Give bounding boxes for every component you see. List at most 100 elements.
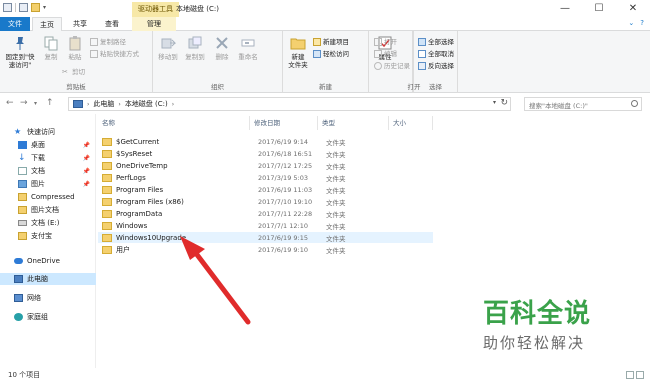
details-view-icon[interactable]: [626, 371, 634, 379]
move-to-icon: [161, 38, 176, 49]
nav-compressed[interactable]: Compressed: [0, 191, 96, 203]
file-type: 文件夹: [326, 210, 346, 219]
table-row[interactable]: Windows10Upgrade 2017/6/19 9:15 文件夹: [98, 232, 433, 243]
nav-label: 图片文档: [31, 206, 59, 214]
nav-desktop[interactable]: 桌面 📌: [0, 139, 96, 151]
nav-label: 快速访问: [27, 128, 55, 136]
select-all-button[interactable]: 全部选择: [418, 37, 454, 47]
drive-icon: [18, 220, 27, 226]
chevron-down-icon[interactable]: ▾: [493, 99, 496, 106]
invert-selection-button[interactable]: 反向选择: [418, 61, 454, 71]
column-header-date[interactable]: 修改日期: [250, 116, 318, 130]
chevron-right-icon[interactable]: ›: [87, 101, 89, 108]
table-row[interactable]: $GetCurrent 2017/6/19 9:14 文件夹: [98, 136, 433, 147]
table-row[interactable]: ProgramData 2017/7/11 22:28 文件夹: [98, 208, 433, 219]
cut-button[interactable]: ✂ 剪切: [62, 67, 85, 77]
easy-access-icon: [313, 50, 321, 58]
folder-icon: [102, 149, 112, 158]
table-row[interactable]: 用户 2017/6/19 9:10 文件夹: [98, 244, 433, 255]
nav-homegroup[interactable]: 家庭组: [0, 311, 96, 323]
folder-icon: [102, 197, 112, 206]
new-folder-button[interactable]: 新建 文件夹: [285, 35, 311, 69]
table-row[interactable]: PerfLogs 2017/3/19 5:03 文件夹: [98, 172, 433, 183]
table-row[interactable]: Program Files 2017/6/19 11:03 文件夹: [98, 184, 433, 195]
up-arrow-icon[interactable]: ↑: [46, 98, 54, 108]
paste-shortcut-button[interactable]: 粘贴快捷方式: [90, 49, 139, 59]
properties-icon[interactable]: [19, 3, 28, 12]
nav-label: 文档: [31, 167, 45, 175]
address-bar[interactable]: › 此电脑 › 本地磁盘 (C:) › ▾ ↻: [68, 97, 511, 111]
nav-alipay[interactable]: 支付宝: [0, 230, 96, 242]
nav-onedrive[interactable]: OneDrive: [0, 255, 96, 267]
column-header-name[interactable]: 名称: [98, 116, 250, 130]
drive-tools-context-label: 驱动器工具: [132, 2, 179, 17]
tab-home[interactable]: 主页: [32, 17, 62, 32]
new-item-button[interactable]: 新建项目: [313, 37, 349, 47]
file-type: 文件夹: [326, 198, 346, 207]
table-row[interactable]: OneDriveTemp 2017/7/12 17:25 文件夹: [98, 160, 433, 171]
nav-this-pc[interactable]: 此电脑: [0, 273, 96, 285]
app-icon[interactable]: [3, 3, 12, 12]
nav-label: Compressed: [31, 193, 75, 201]
close-button[interactable]: ✕: [616, 0, 650, 17]
select-none-button[interactable]: 全部取消: [418, 49, 454, 59]
forward-arrow-icon[interactable]: →: [20, 98, 28, 108]
folder-icon: [102, 221, 112, 230]
column-header-type[interactable]: 类型: [318, 116, 389, 130]
tab-file[interactable]: 文件: [0, 17, 30, 31]
chevron-right-icon[interactable]: ›: [118, 101, 120, 108]
move-to-button[interactable]: 移动到: [155, 35, 181, 61]
nav-network[interactable]: 网络: [0, 292, 96, 304]
tab-share[interactable]: 共享: [66, 17, 94, 31]
nav-label: 桌面: [31, 141, 45, 149]
ribbon-collapse-icon[interactable]: ⌄: [628, 19, 634, 27]
file-type: 文件夹: [326, 162, 346, 171]
search-icon: [631, 100, 638, 107]
copy-to-button[interactable]: 复制到: [182, 35, 208, 61]
copy-path-button[interactable]: 复制路径: [90, 37, 126, 47]
breadcrumb-this-pc[interactable]: 此电脑: [93, 99, 114, 109]
navigation-bar: ← → ▾ ↑ › 此电脑 › 本地磁盘 (C:) › ▾ ↻ 搜索"本地磁盘 …: [0, 94, 650, 114]
nav-picture-docs[interactable]: 图片文档: [0, 204, 96, 216]
tab-view[interactable]: 查看: [98, 17, 126, 31]
nav-documents[interactable]: 文档 📌: [0, 165, 96, 177]
nav-label: 支付宝: [31, 232, 52, 240]
tab-manage[interactable]: 管理: [132, 17, 176, 31]
nav-drive-e[interactable]: 文档 (E:): [0, 217, 96, 229]
column-header-size[interactable]: 大小: [389, 116, 433, 130]
table-row[interactable]: $SysReset 2017/6/18 16:51 文件夹: [98, 148, 433, 159]
file-date: 2017/6/19 9:15: [258, 233, 308, 242]
file-type: 文件夹: [326, 150, 346, 159]
maximize-button[interactable]: ☐: [582, 0, 616, 17]
nav-pictures[interactable]: 图片 📌: [0, 178, 96, 190]
file-name: 用户: [116, 245, 130, 254]
window-title: 本地磁盘 (C:): [176, 5, 219, 13]
file-name: $SysReset: [116, 149, 153, 158]
invert-selection-icon: [418, 62, 426, 70]
nav-quick-access[interactable]: ★ 快速访问: [0, 126, 96, 138]
back-arrow-icon[interactable]: ←: [6, 98, 14, 108]
chevron-right-icon[interactable]: ›: [172, 101, 174, 108]
item-count: 10 个项目: [8, 371, 41, 379]
new-folder-icon[interactable]: [31, 3, 40, 12]
help-icon[interactable]: ?: [640, 19, 644, 27]
large-icons-view-icon[interactable]: [636, 371, 644, 379]
search-input[interactable]: 搜索"本地磁盘 (C:)": [524, 97, 642, 111]
table-row[interactable]: Program Files (x86) 2017/7/10 19:10 文件夹: [98, 196, 433, 207]
delete-button[interactable]: 删除: [209, 35, 235, 61]
breadcrumb-local-disk[interactable]: 本地磁盘 (C:): [125, 99, 168, 109]
minimize-button[interactable]: —: [548, 0, 582, 17]
nav-downloads[interactable]: ↓ 下载 📌: [0, 152, 96, 164]
chevron-down-icon[interactable]: ▾: [43, 4, 46, 11]
pin-quick-access-button[interactable]: 固定到"快 速访问": [4, 35, 36, 69]
refresh-icon[interactable]: ↻: [500, 98, 508, 108]
easy-access-button[interactable]: 轻松访问: [313, 49, 349, 59]
rename-button[interactable]: 重命名: [235, 35, 261, 61]
paste-button[interactable]: 粘贴: [62, 35, 88, 61]
table-row[interactable]: Windows 2017/7/1 12:10 文件夹: [98, 220, 433, 231]
recent-locations-icon[interactable]: ▾: [34, 100, 37, 107]
folder-icon: [18, 206, 27, 214]
copy-button[interactable]: 复制: [38, 35, 64, 61]
folder-icon: [18, 193, 27, 201]
move-to-label: 移动到: [158, 53, 178, 61]
